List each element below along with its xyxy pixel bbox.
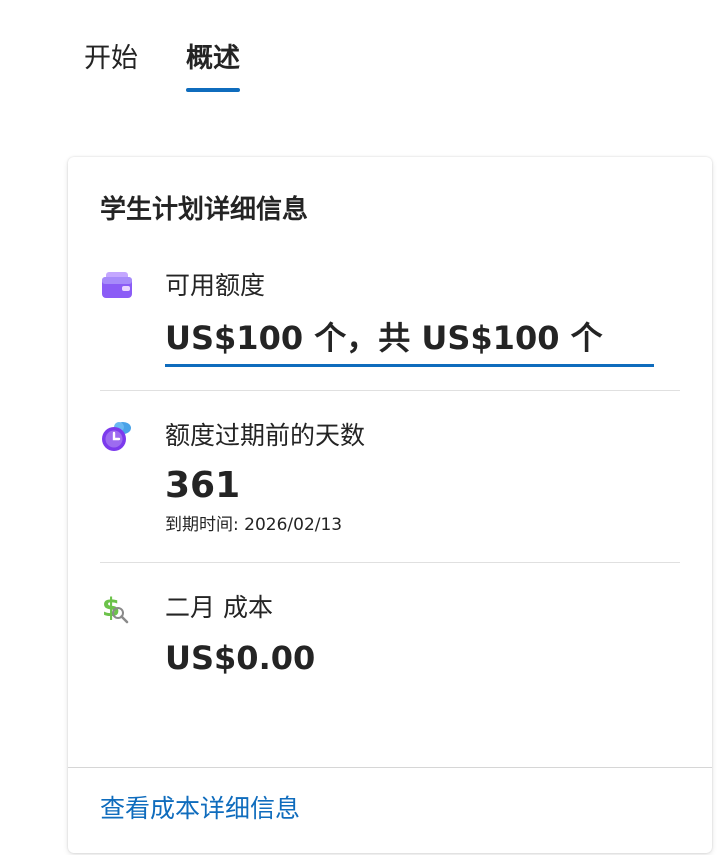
days-label: 额度过期前的天数 [165,421,366,450]
credit-section: 可用额度 US$100 个，共 US$100 个 [100,269,680,369]
divider [100,390,680,391]
footer-divider [68,767,712,768]
view-cost-details-link[interactable]: 查看成本详细信息 [100,789,300,825]
tab-bar: 开始 概述 [84,40,240,92]
credit-label: 可用额度 [165,271,266,300]
expiry-date-text: 到期时间: 2026/02/13 [165,515,343,535]
days-section: 额度过期前的天数 361 到期时间: 2026/02/13 [100,419,680,539]
wallet-icon [100,269,134,303]
cost-label: 二月 成本 [165,593,273,622]
days-value: 361 [165,465,241,506]
clock-cloud-icon [100,419,134,453]
credit-value: US$100 个，共 US$100 个 [165,319,603,357]
credit-focus-underline [165,364,654,367]
tab-overview[interactable]: 概述 [186,40,240,92]
cost-section: $ 二月 成本 US$0.00 [100,591,680,681]
cost-value: US$0.00 [165,639,316,677]
divider [100,562,680,563]
tab-start[interactable]: 开始 [84,40,138,78]
card-title: 学生计划详细信息 [100,195,309,225]
dollar-search-icon: $ [100,591,134,625]
student-plan-card: 学生计划详细信息 可用额度 US$100 个，共 US$100 个 额度过期前的… [68,157,712,853]
